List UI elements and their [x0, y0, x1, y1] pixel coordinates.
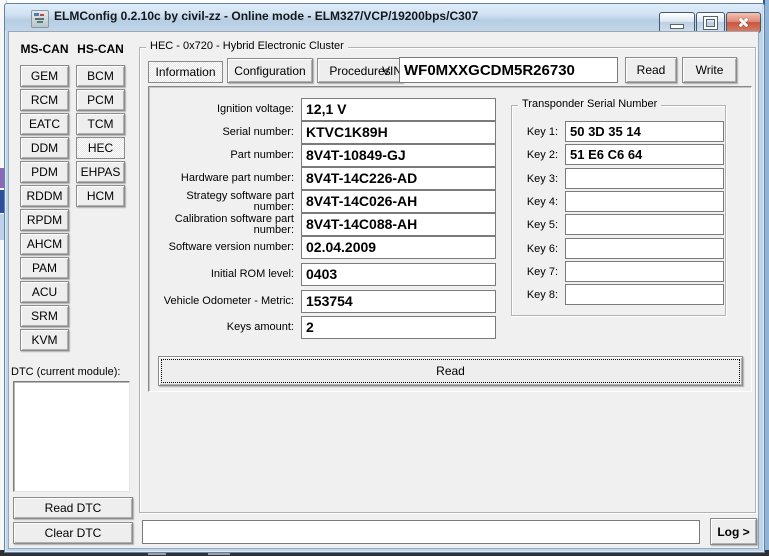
module-button-tcm[interactable]: TCM	[76, 113, 125, 135]
field-label: Serial number:	[149, 121, 299, 144]
key-row: Key 2: 51 E6 C6 64	[512, 144, 724, 165]
titlebar[interactable]: ELMConfig 0.2.10c by civil-zz - Online m…	[5, 4, 762, 31]
maximize-icon	[704, 17, 717, 29]
module-button-pam[interactable]: PAM	[20, 257, 69, 279]
module-button-rddm[interactable]: RDDM	[20, 185, 69, 207]
key-row: Key 6:	[512, 238, 724, 259]
information-tab-panel: Ignition voltage: 12,1 V Serial number: …	[148, 86, 752, 392]
key-6-field[interactable]	[565, 238, 724, 259]
key-row: Key 8:	[512, 284, 724, 305]
key-row: Key 3:	[512, 168, 724, 189]
odometer-field[interactable]: 153754	[301, 290, 496, 313]
field-row: Initial ROM level: 0403	[149, 263, 497, 286]
close-button[interactable]	[726, 12, 761, 33]
key-4-field[interactable]	[565, 191, 724, 212]
field-row: Part number: 8V4T-10849-GJ	[149, 144, 497, 167]
ignition-voltage-field[interactable]: 12,1 V	[301, 98, 496, 121]
tab-information[interactable]: Information	[148, 61, 223, 83]
read-all-button[interactable]: Read	[158, 356, 743, 386]
key-label: Key 4:	[512, 196, 563, 208]
key-8-field[interactable]	[565, 284, 724, 305]
window-title: ELMConfig 0.2.10c by civil-zz - Online m…	[54, 9, 478, 23]
field-row: Serial number: KTVC1K89H	[149, 121, 497, 144]
module-button-pdm[interactable]: PDM	[20, 161, 69, 183]
strategy-software-field[interactable]: 8V4T-14C026-AH	[301, 190, 496, 213]
field-label: Keys amount:	[149, 316, 299, 339]
module-button-acu[interactable]: ACU	[20, 281, 69, 303]
field-label: Vehicle Odometer - Metric:	[149, 290, 299, 313]
key-3-field[interactable]	[565, 168, 724, 189]
close-icon	[737, 16, 750, 29]
key-label: Key 8:	[512, 289, 563, 301]
clear-dtc-button[interactable]: Clear DTC	[13, 522, 133, 544]
field-label: Ignition voltage:	[149, 98, 299, 121]
maximize-button[interactable]	[696, 12, 725, 33]
module-button-ddm[interactable]: DDM	[20, 137, 69, 159]
app-icon	[31, 10, 49, 28]
key-label: Key 5:	[512, 219, 563, 231]
module-button-bcm[interactable]: BCM	[76, 65, 125, 87]
key-label: Key 7:	[512, 266, 563, 278]
field-label: Hardware part number:	[149, 167, 299, 190]
key-label: Key 3:	[512, 173, 563, 185]
initial-rom-level-field[interactable]: 0403	[301, 263, 496, 286]
vin-input[interactable]	[399, 57, 618, 83]
key-1-field[interactable]: 50 3D 35 14	[565, 121, 724, 142]
ms-can-header: MS-CAN	[18, 42, 71, 56]
module-button-rpdm[interactable]: RPDM	[20, 209, 69, 231]
field-row: Strategy software part number: 8V4T-14C0…	[149, 190, 497, 213]
key-row: Key 7:	[512, 261, 724, 282]
key-row: Key 5:	[512, 214, 724, 235]
minimize-icon	[671, 25, 683, 28]
field-row: Calibration software part number: 8V4T-1…	[149, 213, 497, 236]
keys-amount-field[interactable]: 2	[301, 316, 496, 339]
transponder-groupbox-title: Transponder Serial Number	[518, 98, 661, 110]
serial-number-field[interactable]: KTVC1K89H	[301, 121, 496, 144]
field-row: Keys amount: 2	[149, 316, 497, 339]
calibration-software-field[interactable]: 8V4T-14C088-AH	[301, 213, 496, 236]
field-row: Software version number: 02.04.2009	[149, 236, 497, 259]
module-button-hec-active[interactable]: HEC	[76, 137, 125, 159]
vin-read-button[interactable]: Read	[625, 57, 677, 83]
log-input[interactable]	[142, 520, 700, 544]
module-button-ahcm[interactable]: AHCM	[20, 233, 69, 255]
field-row: Ignition voltage: 12,1 V	[149, 98, 497, 121]
key-label: Key 1:	[512, 126, 563, 138]
hs-can-header: HS-CAN	[74, 42, 127, 56]
module-button-pcm[interactable]: PCM	[76, 89, 125, 111]
transponder-groupbox: Transponder Serial Number Key 1: 50 3D 3…	[511, 105, 726, 316]
module-button-srm[interactable]: SRM	[20, 305, 69, 327]
key-row: Key 1: 50 3D 35 14	[512, 121, 724, 142]
module-button-hcm[interactable]: HCM	[76, 185, 125, 207]
field-label: Calibration software part number:	[149, 213, 299, 236]
key-7-field[interactable]	[565, 261, 724, 282]
tab-configuration[interactable]: Configuration	[227, 58, 313, 83]
field-label: Software version number:	[149, 236, 299, 259]
read-dtc-button[interactable]: Read DTC	[13, 497, 133, 519]
field-row: Hardware part number: 8V4T-14C226-AD	[149, 167, 497, 190]
dtc-listbox[interactable]	[13, 381, 130, 492]
module-button-eatc[interactable]: EATC	[20, 113, 69, 135]
field-label: Strategy software part number:	[149, 190, 299, 213]
key-label: Key 6:	[512, 243, 563, 255]
vin-write-button[interactable]: Write	[682, 57, 737, 83]
key-5-field[interactable]	[565, 214, 724, 235]
key-2-field[interactable]: 51 E6 C6 64	[565, 144, 724, 165]
hardware-part-number-field[interactable]: 8V4T-14C226-AD	[301, 167, 496, 190]
module-groupbox-title: HEC - 0x720 - Hybrid Electronic Cluster	[146, 40, 348, 52]
software-version-field[interactable]: 02.04.2009	[301, 236, 496, 259]
module-button-kvm[interactable]: KVM	[20, 329, 69, 351]
log-button[interactable]: Log >	[710, 518, 757, 545]
field-label: Initial ROM level:	[149, 263, 299, 286]
field-label: Part number:	[149, 144, 299, 167]
module-button-ehpas[interactable]: EHPAS	[76, 161, 125, 183]
field-row: Vehicle Odometer - Metric: 153754	[149, 290, 497, 313]
module-button-gem[interactable]: GEM	[20, 65, 69, 87]
key-row: Key 4:	[512, 191, 724, 212]
module-button-rcm[interactable]: RCM	[20, 89, 69, 111]
part-number-field[interactable]: 8V4T-10849-GJ	[301, 144, 496, 167]
dtc-label: DTC (current module):	[11, 366, 120, 378]
key-label: Key 2:	[512, 149, 563, 161]
minimize-button[interactable]	[659, 12, 695, 33]
